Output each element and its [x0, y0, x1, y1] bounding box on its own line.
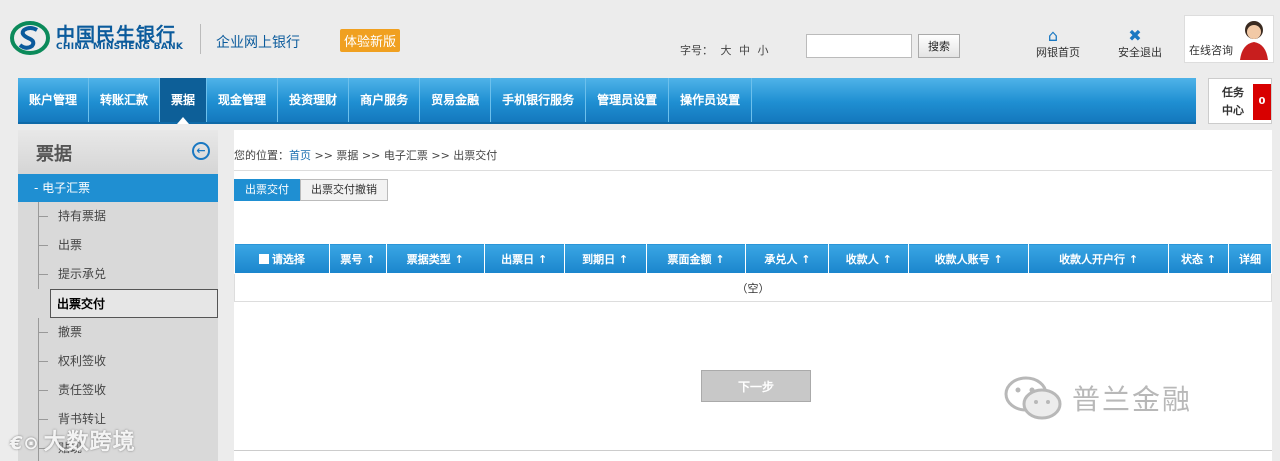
col-bill-no[interactable]: 票号 ↑: [328, 243, 387, 274]
collapse-arrow-icon[interactable]: ←: [192, 142, 210, 160]
close-icon: ✖: [1128, 26, 1142, 45]
wechat-icon: [1004, 376, 1062, 420]
online-consult-label: 在线咨询: [1189, 44, 1233, 57]
sidebar-item-rights-receipt[interactable]: 权利签收: [18, 347, 218, 376]
sidebar-header: 票据 ←: [18, 130, 218, 174]
task-center-label: 任务中心: [1222, 86, 1244, 117]
home-icon: ⌂: [1047, 26, 1059, 45]
table-header-row: 请选择 票号 ↑ 票据类型 ↑ 出票日 ↑ 到期日 ↑ 票面金额 ↑ 承兑人 ↑…: [234, 243, 1273, 274]
main-nav: 账户管理 转账汇款 票据 现金管理 投资理财 商户服务 贸易金融 手机银行服务 …: [18, 78, 1196, 124]
nav-cash-mgmt[interactable]: 现金管理: [207, 78, 279, 122]
col-payee-account[interactable]: 收款人账号 ↑: [908, 243, 1030, 274]
nav-bills[interactable]: 票据: [160, 78, 208, 124]
logout-label: 安全退出: [1118, 46, 1162, 59]
sidebar: 票据 ← - 电子汇票 持有票据 出票 提示承兑 出票交付 撤票 权利签收 责任…: [18, 130, 218, 461]
sidebar-group-e-draft[interactable]: - 电子汇票: [18, 174, 218, 202]
tab-issue-delivery-cancel[interactable]: 出票交付撤销: [300, 179, 388, 201]
table-empty-cell: （空）: [234, 273, 1272, 302]
nav-transfer[interactable]: 转账汇款: [89, 78, 161, 122]
online-consult-button[interactable]: 在线咨询: [1184, 15, 1274, 63]
sidebar-item-issue-delivery[interactable]: 出票交付: [50, 289, 218, 318]
breadcrumb-path: >> 票据 >> 电子汇票 >> 出票交付: [311, 149, 498, 162]
col-acceptor[interactable]: 承兑人 ↑: [745, 243, 830, 274]
minsheng-logo-icon: [10, 21, 50, 55]
sidebar-item-withdraw[interactable]: 撤票: [18, 318, 218, 347]
col-detail: 详细: [1227, 243, 1273, 274]
header-divider: [200, 24, 201, 54]
breadcrumb-prefix: 您的位置：: [234, 149, 289, 162]
breadcrumb-divider: [234, 170, 1272, 171]
col-payee[interactable]: 收款人 ↑: [828, 243, 910, 274]
font-size-selector[interactable]: 字号： 大 中 小: [680, 42, 769, 58]
watermark-logo-icon: €⊙: [10, 433, 40, 454]
watermark-dashu-text: 大数跨境: [43, 430, 136, 455]
tab-issue-delivery[interactable]: 出票交付: [234, 179, 300, 201]
col-select-label: 请选择: [271, 252, 305, 266]
nav-investment[interactable]: 投资理财: [278, 78, 350, 122]
col-payee-bank[interactable]: 收款人开户行 ↑: [1028, 243, 1170, 274]
col-due-date[interactable]: 到期日 ↑: [563, 243, 647, 274]
breadcrumb: 您的位置：首页 >> 票据 >> 电子汇票 >> 出票交付: [234, 147, 497, 163]
trial-new-version-badge[interactable]: 体验新版: [340, 29, 401, 52]
ebank-home-link[interactable]: ⌂ 网银首页: [1036, 28, 1080, 60]
content-bottom-divider: [234, 450, 1272, 451]
logout-link[interactable]: ✖ 安全退出: [1118, 28, 1162, 60]
sidebar-item-held-bills[interactable]: 持有票据: [18, 202, 218, 231]
nav-merchant[interactable]: 商户服务: [349, 78, 421, 122]
nav-trade-finance[interactable]: 贸易金融: [420, 78, 492, 122]
watermark-pulan-text: 普兰金融: [1072, 383, 1193, 416]
col-face-amount[interactable]: 票面金额 ↑: [645, 243, 747, 274]
nav-admin-settings[interactable]: 管理员设置: [586, 78, 670, 122]
watermark-pulan: 普兰金融: [1002, 374, 1192, 422]
nav-account-mgmt[interactable]: 账户管理: [18, 78, 90, 122]
col-status[interactable]: 状态 ↑: [1168, 243, 1229, 274]
header: 中国民生银行 CHINA MINSHENG BANK 企业网上银行 体验新版 字…: [0, 0, 1280, 70]
nav-operator-settings[interactable]: 操作员设置: [669, 78, 753, 122]
ebank-home-label: 网银首页: [1036, 46, 1080, 59]
select-all-checkbox[interactable]: [258, 253, 269, 264]
system-name: 企业网上银行: [216, 35, 300, 51]
search-button[interactable]: 搜索: [918, 34, 960, 58]
next-step-button[interactable]: 下一步: [701, 370, 811, 402]
sidebar-item-acceptance[interactable]: 提示承兑: [18, 260, 218, 289]
watermark-dashu: €⊙ 大数跨境: [10, 424, 136, 456]
col-bill-type[interactable]: 票据类型 ↑: [385, 243, 485, 274]
col-select[interactable]: 请选择: [234, 243, 330, 274]
sidebar-item-issue[interactable]: 出票: [18, 231, 218, 260]
table-row: （空）: [234, 273, 1272, 302]
col-issue-date[interactable]: 出票日 ↑: [483, 243, 565, 274]
search-input[interactable]: [806, 34, 912, 58]
sidebar-item-liability-receipt[interactable]: 责任签收: [18, 376, 218, 405]
breadcrumb-home-link[interactable]: 首页: [289, 149, 311, 162]
task-count-badge: 0: [1253, 84, 1271, 120]
sidebar-title: 票据: [36, 144, 72, 165]
agent-avatar-icon: [1240, 21, 1268, 60]
bank-name-en: CHINA MINSHENG BANK: [56, 42, 184, 52]
task-center-button[interactable]: 任务中心 0: [1208, 78, 1272, 124]
tab-bar: 出票交付 出票交付撤销: [234, 179, 388, 201]
bills-table: 请选择 票号 ↑ 票据类型 ↑ 出票日 ↑ 到期日 ↑ 票面金额 ↑ 承兑人 ↑…: [234, 243, 1273, 302]
nav-mobile-banking[interactable]: 手机银行服务: [491, 78, 587, 122]
